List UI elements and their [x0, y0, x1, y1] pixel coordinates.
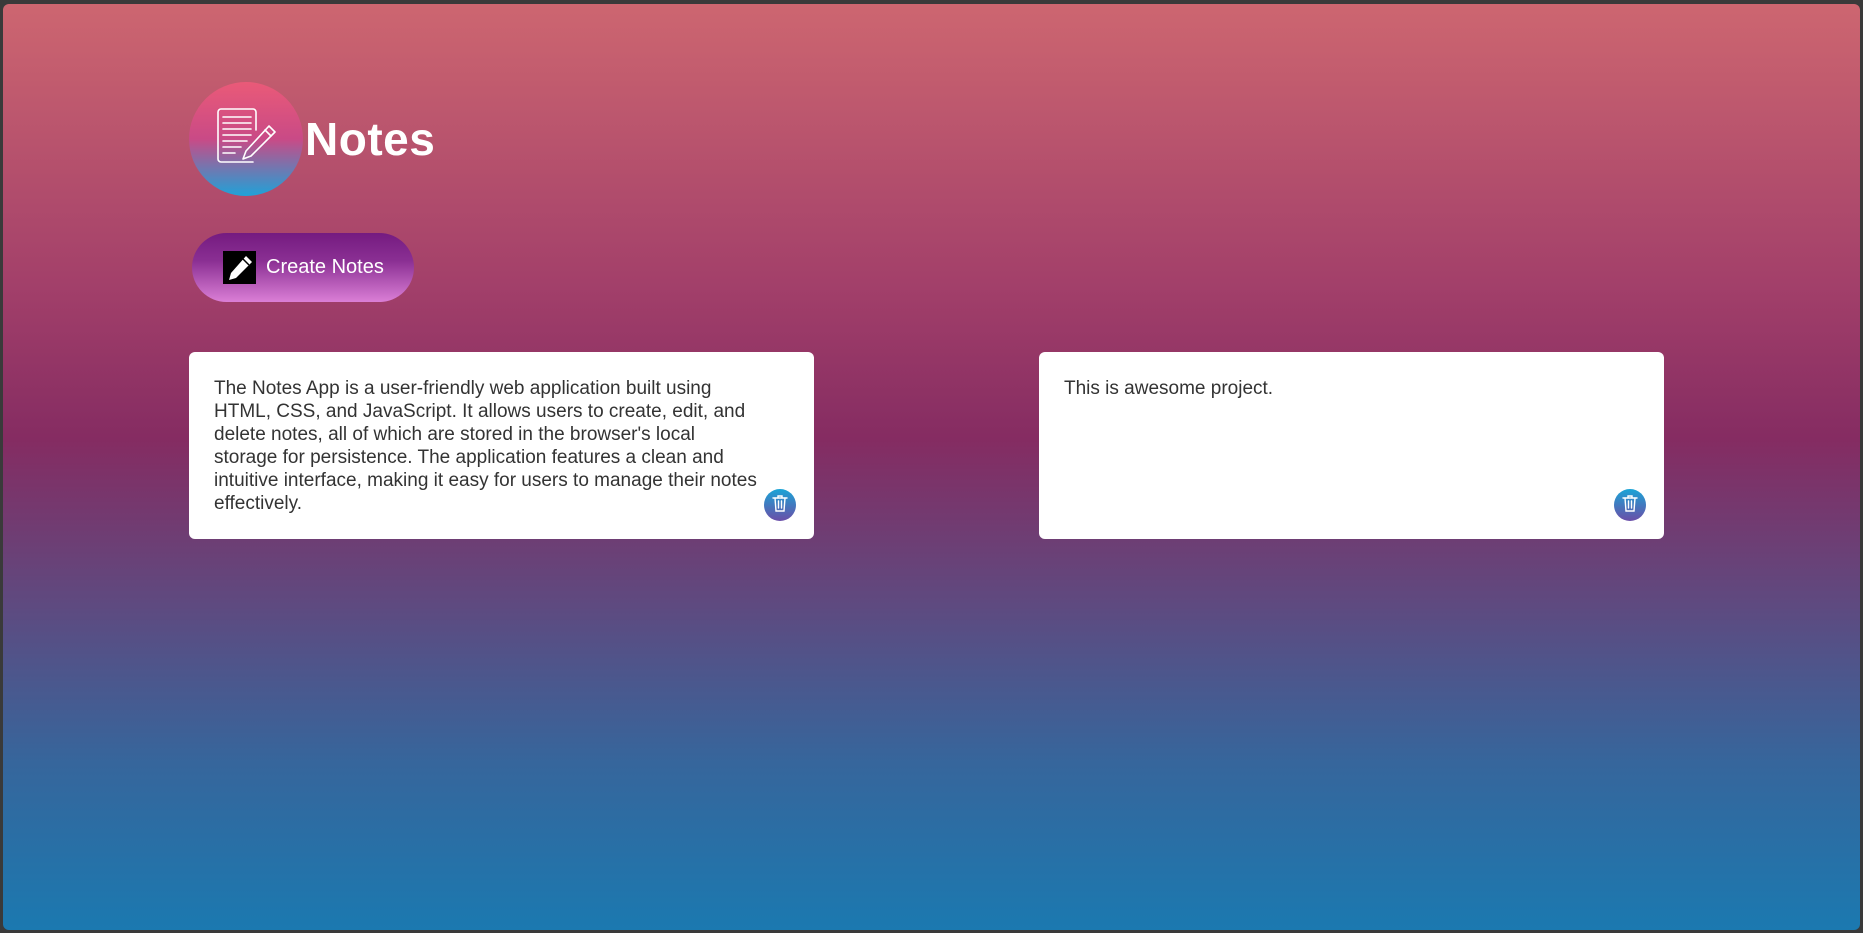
app-title: Notes	[305, 113, 436, 165]
create-notes-button[interactable]: Create Notes	[192, 233, 414, 302]
delete-note-button[interactable]	[1614, 489, 1646, 521]
pencil-icon	[223, 251, 256, 284]
trash-icon	[772, 494, 788, 517]
create-notes-label: Create Notes	[266, 256, 384, 278]
note-text[interactable]: This is awesome project.	[1064, 377, 1639, 400]
note-text[interactable]: The Notes App is a user-friendly web app…	[214, 377, 789, 515]
note-card: This is awesome project.	[1039, 352, 1664, 539]
app-header: Notes	[189, 81, 435, 197]
notepad-pencil-icon	[189, 82, 303, 196]
trash-icon	[1622, 494, 1638, 517]
delete-note-button[interactable]	[764, 489, 796, 521]
note-card: The Notes App is a user-friendly web app…	[189, 352, 814, 539]
app-window: Notes Create Notes The Notes App is a us…	[3, 4, 1860, 930]
